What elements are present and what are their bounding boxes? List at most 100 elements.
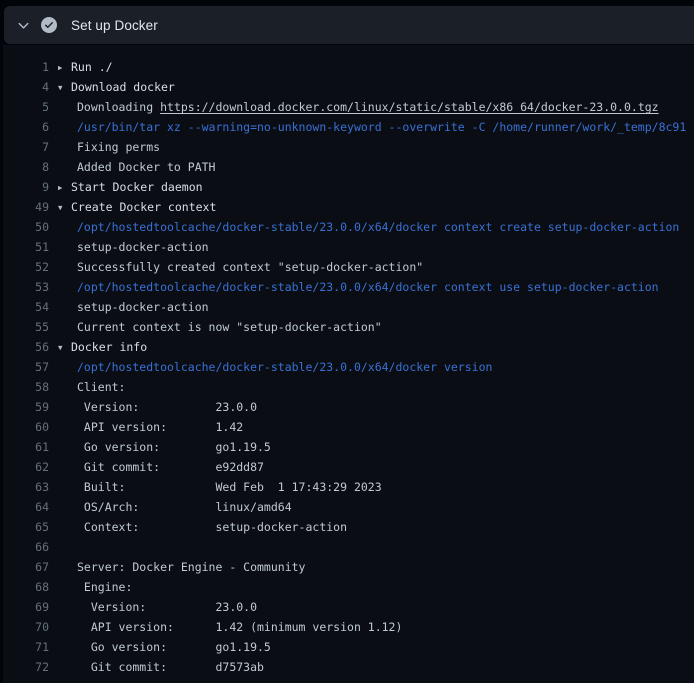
- log-text: Engine:: [77, 580, 132, 594]
- log-text: setup-docker-action: [77, 240, 209, 254]
- log-group-row[interactable]: 56 ▼Docker info: [3, 337, 694, 357]
- line-number-link[interactable]: 68: [3, 577, 49, 597]
- line-number-link[interactable]: 56: [3, 337, 49, 357]
- line-number-link[interactable]: 72: [3, 657, 49, 677]
- line-number-link[interactable]: 66: [3, 537, 49, 557]
- group-title: Download docker: [71, 80, 175, 94]
- log-text: Go version: go1.19.5: [77, 440, 271, 454]
- log-line: 70 API version: 1.42 (minimum version 1.…: [3, 617, 694, 637]
- line-number-link[interactable]: 49: [3, 197, 49, 217]
- log-link[interactable]: https://download.docker.com/linux/static…: [160, 100, 659, 114]
- log-line: 5 Downloading https://download.docker.com…: [3, 97, 694, 117]
- command-text: /opt/hostedtoolcache/docker-stable/23.0.…: [77, 280, 659, 294]
- log-line: 7 Fixing perms: [3, 137, 694, 157]
- line-number-link[interactable]: 71: [3, 637, 49, 657]
- log-line: 51 setup-docker-action: [3, 237, 694, 257]
- log-text: Server: Docker Engine - Community: [77, 560, 305, 574]
- log-text: Downloading: [77, 100, 160, 114]
- line-number-link[interactable]: 57: [3, 357, 49, 377]
- line-number-link[interactable]: 63: [3, 477, 49, 497]
- log-line: 6/usr/bin/tar xz --warning=no-unknown-ke…: [3, 117, 694, 137]
- chevron-down-icon[interactable]: [17, 19, 30, 32]
- triangle-down-icon[interactable]: ▼: [58, 338, 71, 357]
- line-number-link[interactable]: 51: [3, 237, 49, 257]
- line-number-link[interactable]: 65: [3, 517, 49, 537]
- line-number-link[interactable]: 54: [3, 297, 49, 317]
- log-line: 52 Successfully created context "setup-do…: [3, 257, 694, 277]
- log-line: 71 Go version: go1.19.5: [3, 637, 694, 657]
- log-text: Version: 23.0.0: [77, 400, 257, 414]
- group-title: Create Docker context: [71, 200, 216, 214]
- group-title: Run ./: [71, 60, 113, 74]
- log-text: Version: 23.0.0: [77, 600, 257, 614]
- log-line: 64 OS/Arch: linux/amd64: [3, 497, 694, 517]
- log-text: Git commit: d7573ab: [77, 660, 264, 674]
- log-group-row[interactable]: 9 ▶Start Docker daemon: [3, 177, 694, 197]
- line-number-link[interactable]: 5: [3, 97, 49, 117]
- log-line: 58Client:: [3, 377, 694, 397]
- log-group-row[interactable]: 1 ▶Run ./: [3, 57, 694, 77]
- log-line: 67 Server: Docker Engine - Community: [3, 557, 694, 577]
- log-area: 1▶Run ./4▼Download docker5Downloading ht…: [3, 45, 694, 683]
- line-number-link[interactable]: 64: [3, 497, 49, 517]
- group-title: Docker info: [71, 340, 147, 354]
- line-number-link[interactable]: 7: [3, 137, 49, 157]
- log-line: 68 Engine:: [3, 577, 694, 597]
- log-line: 65 Context: setup-docker-action: [3, 517, 694, 537]
- log-line: 63 Built: Wed Feb 1 17:43:29 2023: [3, 477, 694, 497]
- log-text: Added Docker to PATH: [77, 160, 215, 174]
- log-text: Fixing perms: [77, 140, 160, 154]
- log-text: API version: 1.42 (minimum version 1.12): [77, 620, 402, 634]
- log-group-row[interactable]: 49 ▼Create Docker context: [3, 197, 694, 217]
- line-number-link[interactable]: 61: [3, 437, 49, 457]
- line-number-link[interactable]: 58: [3, 377, 49, 397]
- line-number-link[interactable]: 8: [3, 157, 49, 177]
- line-number-link[interactable]: 69: [3, 597, 49, 617]
- log-line: 50/opt/hostedtoolcache/docker-stable/23.…: [3, 217, 694, 237]
- group-title: Start Docker daemon: [71, 180, 203, 194]
- line-number-link[interactable]: 62: [3, 457, 49, 477]
- triangle-right-icon[interactable]: ▶: [58, 58, 71, 77]
- log-lines: 1▶Run ./4▼Download docker5Downloading ht…: [3, 57, 694, 677]
- log-line: 57/opt/hostedtoolcache/docker-stable/23.…: [3, 357, 694, 377]
- log-line: 60 API version: 1.42: [3, 417, 694, 437]
- triangle-right-icon[interactable]: ▶: [58, 178, 71, 197]
- command-text: /opt/hostedtoolcache/docker-stable/23.0.…: [77, 360, 492, 374]
- log-line: 59 Version: 23.0.0: [3, 397, 694, 417]
- log-line: 53/opt/hostedtoolcache/docker-stable/23.…: [3, 277, 694, 297]
- log-line: 8 Added Docker to PATH: [3, 157, 694, 177]
- log-text: Successfully created context "setup-dock…: [77, 260, 423, 274]
- step-header[interactable]: Set up Docker: [4, 6, 694, 44]
- triangle-down-icon[interactable]: ▼: [58, 78, 71, 97]
- log-line: 55 Current context is now "setup-docker-a…: [3, 317, 694, 337]
- log-line: 61 Go version: go1.19.5: [3, 437, 694, 457]
- line-number-link[interactable]: 50: [3, 217, 49, 237]
- log-text: Git commit: e92dd87: [77, 460, 264, 474]
- line-number-link[interactable]: 9: [3, 177, 49, 197]
- log-text: setup-docker-action: [77, 300, 209, 314]
- log-text: Current context is now "setup-docker-act…: [77, 320, 382, 334]
- line-number-link[interactable]: 70: [3, 617, 49, 637]
- log-line: 69 Version: 23.0.0: [3, 597, 694, 617]
- log-line: 62 Git commit: e92dd87: [3, 457, 694, 477]
- triangle-down-icon[interactable]: ▼: [58, 198, 71, 217]
- line-number-link[interactable]: 53: [3, 277, 49, 297]
- line-number-link[interactable]: 1: [3, 57, 49, 77]
- command-text: /opt/hostedtoolcache/docker-stable/23.0.…: [77, 220, 679, 234]
- log-text: API version: 1.42: [77, 420, 243, 434]
- log-text: OS/Arch: linux/amd64: [77, 500, 292, 514]
- log-text: Go version: go1.19.5: [77, 640, 271, 654]
- line-number-link[interactable]: 4: [3, 77, 49, 97]
- log-line: 72 Git commit: d7573ab: [3, 657, 694, 677]
- line-number-link[interactable]: 55: [3, 317, 49, 337]
- log-group-row[interactable]: 4 ▼Download docker: [3, 77, 694, 97]
- line-number-link[interactable]: 67: [3, 557, 49, 577]
- log-text: Context: setup-docker-action: [77, 520, 347, 534]
- line-number-link[interactable]: 59: [3, 397, 49, 417]
- log-text: Built: Wed Feb 1 17:43:29 2023: [77, 480, 382, 494]
- line-number-link[interactable]: 6: [3, 117, 49, 137]
- line-number-link[interactable]: 60: [3, 417, 49, 437]
- step-title: Set up Docker: [71, 18, 158, 33]
- log-line: 66: [3, 537, 694, 557]
- line-number-link[interactable]: 52: [3, 257, 49, 277]
